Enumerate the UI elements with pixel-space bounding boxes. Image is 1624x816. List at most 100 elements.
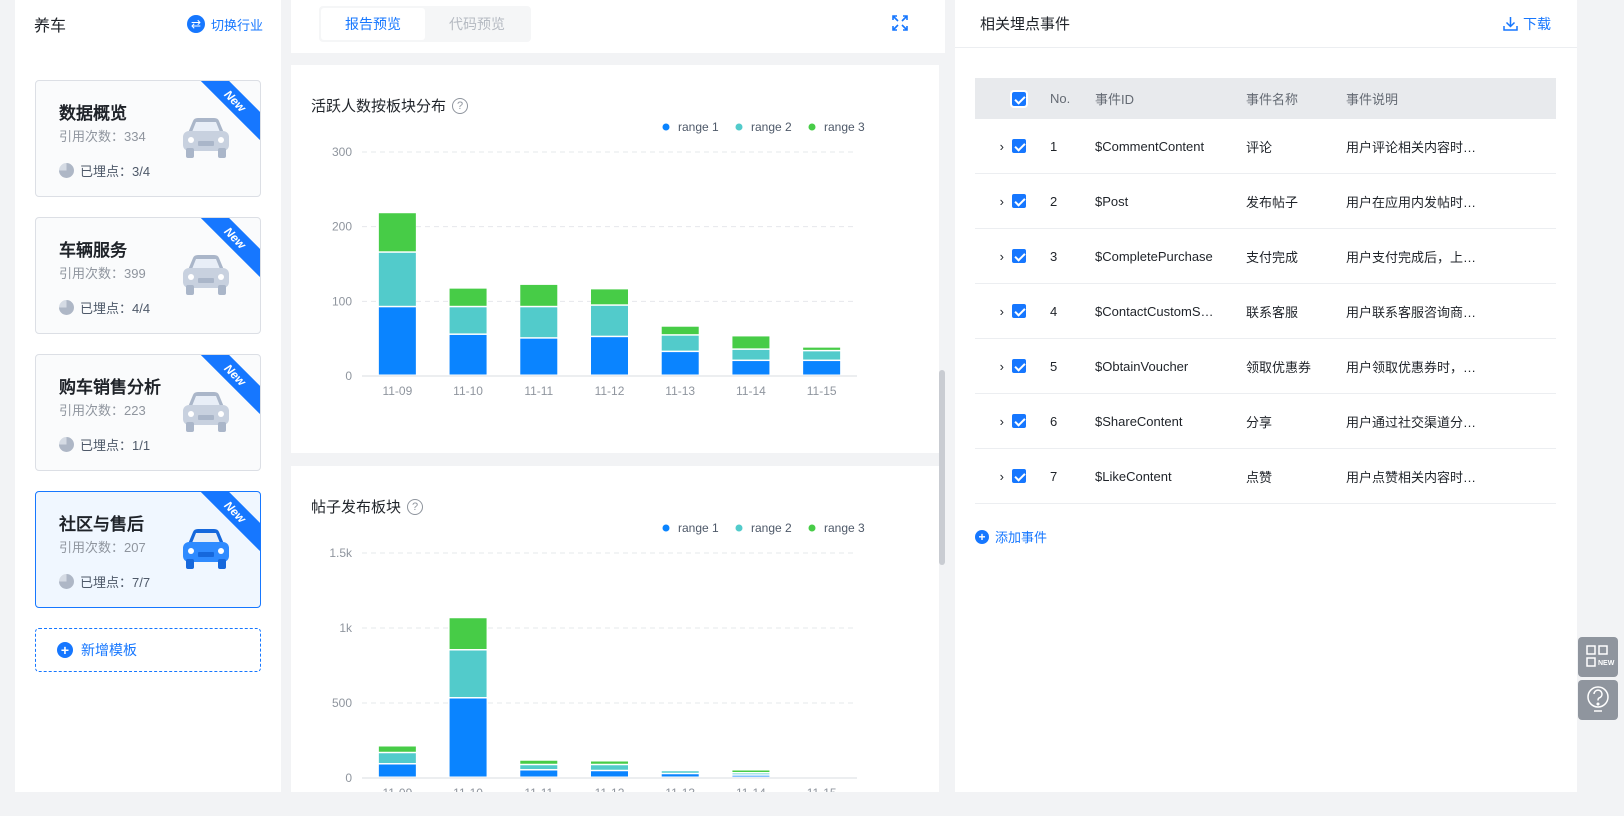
bar-segment[interactable] [449,650,487,698]
x-tick-label: 11-15 [807,786,837,792]
row-event-desc: 用户评论相关内容时… [1346,139,1477,155]
expand-chevron-icon[interactable]: › [975,469,1004,484]
download-button[interactable]: 下载 [1503,14,1551,34]
bar-chart-active-users: 0 100 200 300 11-09 11-10 11-11 11-12 11-13 11-14… [332,120,865,398]
row-checkbox[interactable] [1012,194,1026,208]
feature-new-button[interactable]: NEW [1578,637,1618,677]
y-tick-label: 100 [332,294,352,308]
bar-segment[interactable] [520,760,558,764]
bar-segment[interactable] [520,338,558,375]
bar-segment[interactable] [449,334,487,375]
x-tick-label: 11-15 [807,384,837,398]
expand-chevron-icon[interactable]: › [975,304,1004,319]
row-checkbox[interactable] [1012,359,1026,373]
bar-segment[interactable] [661,326,699,335]
bar-segment[interactable] [449,288,487,306]
card-tracking-status: 已埋点：7/7 [59,572,150,591]
row-checkbox[interactable] [1012,249,1026,263]
bar-segment[interactable] [732,336,770,349]
row-no: 1 [1050,138,1058,154]
expand-chevron-icon[interactable]: › [975,194,1004,209]
help-button[interactable] [1578,680,1618,720]
bar-segment[interactable] [378,213,416,252]
bar-segment[interactable] [378,746,416,752]
bar-segment[interactable] [591,761,628,764]
template-card[interactable]: 车辆服务 引用次数：399 已埋点：4/4 New [35,217,261,334]
x-tick-label: 11-14 [736,786,766,792]
plus-circle-icon: + [57,642,73,658]
bar-segment[interactable] [591,289,628,305]
card-points: 已埋点：3/4 [80,164,151,179]
card-tracking-status: 已埋点：1/1 [59,435,150,454]
bar-segment[interactable] [591,765,628,770]
bar-segment[interactable] [591,305,628,336]
bar-segment[interactable] [378,753,416,763]
expand-chevron-icon[interactable]: › [975,359,1004,374]
row-checkbox[interactable] [1012,414,1026,428]
car-icon [180,526,232,572]
template-card[interactable]: 社区与售后 引用次数：207 已埋点：7/7 New [35,491,261,608]
event-table: No. 事件ID 事件名称 事件说明 › 1 $CommentContent 评… [975,78,1556,504]
bar-segment[interactable] [732,770,770,773]
bar-segment[interactable] [449,618,487,649]
download-label: 下载 [1523,15,1551,32]
bar-segment[interactable] [449,698,487,777]
bar-segment[interactable] [520,284,558,306]
bar-segment[interactable] [803,351,841,360]
template-card[interactable]: 数据概览 引用次数：334 已埋点：3/4 New [35,80,261,197]
bar-segment[interactable] [591,337,628,375]
event-panel-title: 相关埋点事件 [980,16,1071,33]
car-icon [180,389,232,435]
bar-segment[interactable] [661,335,699,351]
bar-segment[interactable] [378,764,416,777]
bar-segment[interactable] [591,771,628,777]
x-tick-label: 11-11 [524,786,553,792]
card-points: 已埋点：1/1 [80,438,151,453]
bar-segment[interactable] [803,361,841,375]
bar-segment[interactable] [520,765,558,769]
add-event-label: 添加事件 [995,530,1048,545]
row-event-name: 发布帖子 [1246,194,1299,210]
scrollbar-thumb[interactable] [939,370,945,565]
row-event-id: $CommentContent [1095,138,1205,154]
tab-report-preview[interactable]: 报告预览 [321,8,425,40]
bar-segment[interactable] [520,307,558,338]
select-all-checkbox[interactable] [1010,89,1028,108]
row-event-name: 点赞 [1246,469,1273,485]
expand-chevron-icon[interactable]: › [975,414,1004,429]
row-checkbox[interactable] [1012,469,1026,483]
row-checkbox[interactable] [1012,304,1026,318]
expand-chevron-icon[interactable]: › [975,249,1004,264]
add-template-button[interactable]: + 新增模板 [35,628,261,672]
pie-icon [59,574,74,589]
y-tick-label: 200 [332,220,352,234]
header-no: No. [1050,91,1071,106]
bar-segment[interactable] [449,307,487,334]
add-event-button[interactable]: + 添加事件 [975,527,1047,546]
template-card[interactable]: 购车销售分析 引用次数：223 已埋点：1/1 New [35,354,261,471]
bar-segment[interactable] [732,775,770,777]
bar-segment[interactable] [661,771,699,773]
bar-segment[interactable] [378,307,416,375]
bar-segment[interactable] [661,352,699,375]
header-event-desc: 事件说明 [1346,92,1399,107]
bar-segment[interactable] [378,252,416,306]
bar-segment[interactable] [732,773,770,775]
bar-segment[interactable] [732,361,770,375]
row-event-id: $ShareContent [1095,413,1183,429]
table-row: › 4 $ContactCustomS… 联系客服 用户联系客服咨询商… [975,284,1556,339]
bar-segment[interactable] [661,774,699,777]
card-usage-count: 引用次数：334 [59,129,146,144]
bar-segment[interactable] [732,349,770,360]
y-tick-label: 0 [345,369,352,383]
tab-code-preview[interactable]: 代码预览 [425,8,529,40]
switch-industry-button[interactable]: ⇄ 切换行业 [186,15,263,34]
bar-segment[interactable] [520,770,558,777]
bar-segment[interactable] [803,347,841,350]
expand-chevron-icon[interactable]: › [975,139,1004,154]
row-checkbox[interactable] [1012,139,1026,153]
row-event-id: $Post [1095,193,1129,209]
fullscreen-icon[interactable] [891,14,909,32]
x-tick-label: 11-11 [524,384,553,398]
legend-label: range 3 [824,521,865,535]
